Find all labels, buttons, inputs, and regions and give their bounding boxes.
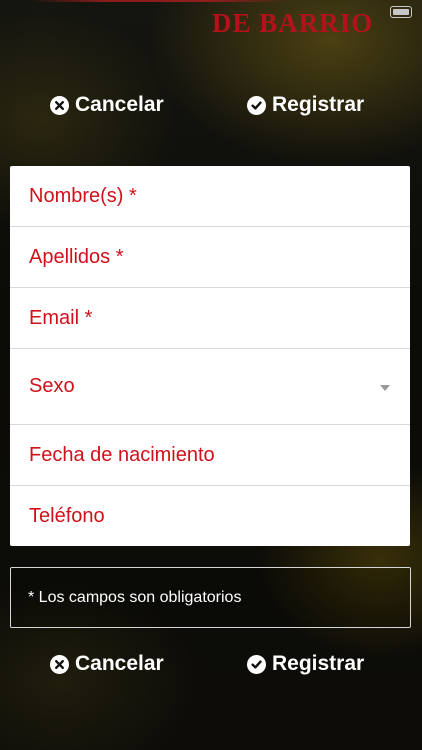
gender-select[interactable]: Sexo — [10, 349, 410, 425]
cancel-button-label: Cancelar — [75, 652, 164, 675]
register-button-bottom[interactable]: Registrar — [247, 644, 364, 684]
register-button-label: Registrar — [272, 652, 365, 675]
check-circle-icon — [247, 95, 266, 115]
register-button-label: Registrar — [272, 93, 365, 116]
last-name-field[interactable]: Apellidos * — [10, 227, 410, 288]
top-action-bar: Cancelar Registrar — [0, 85, 422, 125]
phone-placeholder: Teléfono — [29, 504, 105, 527]
gender-placeholder: Sexo — [29, 375, 75, 397]
check-circle-icon — [247, 654, 266, 674]
close-circle-icon — [50, 654, 69, 674]
bottom-action-bar: Cancelar Registrar — [0, 644, 422, 684]
battery-icon — [390, 6, 412, 18]
last-name-placeholder: Apellidos * — [29, 245, 124, 268]
brand-logo: DE BARRIO — [212, 8, 374, 38]
required-fields-note: * Los campos son obligatorios — [10, 567, 411, 628]
phone-field[interactable]: Teléfono — [10, 486, 410, 546]
first-name-placeholder: Nombre(s) * — [29, 184, 137, 207]
cancel-button[interactable]: Cancelar — [50, 85, 164, 125]
cancel-button-bottom[interactable]: Cancelar — [50, 644, 164, 684]
close-circle-icon — [50, 95, 69, 115]
first-name-field[interactable]: Nombre(s) * — [10, 166, 410, 227]
email-placeholder: Email * — [29, 306, 93, 329]
logo-top-decoration — [30, 0, 290, 2]
birthdate-field[interactable]: Fecha de nacimiento — [10, 425, 410, 486]
registration-form: Nombre(s) * Apellidos * Email * Sexo Fec… — [10, 166, 410, 546]
required-fields-note-text: * Los campos son obligatorios — [28, 588, 242, 606]
chevron-down-icon — [380, 384, 390, 391]
email-field[interactable]: Email * — [10, 288, 410, 349]
cancel-button-label: Cancelar — [75, 93, 164, 116]
register-button[interactable]: Registrar — [247, 85, 364, 125]
birthdate-placeholder: Fecha de nacimiento — [29, 443, 215, 466]
